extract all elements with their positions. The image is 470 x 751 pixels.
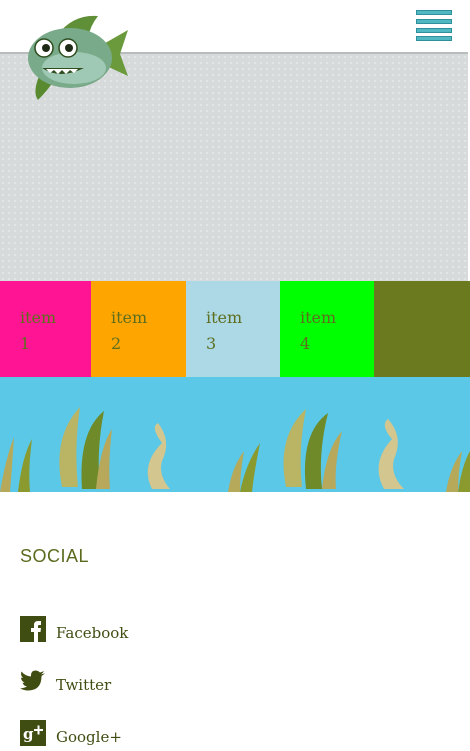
item-tile-3[interactable]: item 3 [186,281,280,377]
hamburger-menu-icon [416,10,452,15]
facebook-label: Facebook [56,624,129,642]
seaweed-decoration-band [0,377,470,492]
facebook-link[interactable]: Facebook [20,612,128,642]
item-label: item [300,308,337,327]
item-number: 1 [20,334,31,353]
item-tile-4[interactable]: item 4 [280,281,374,377]
social-heading: SOCIAL [20,546,90,566]
twitter-icon [20,670,45,691]
hamburger-menu-icon [416,36,452,41]
hamburger-menu-icon [416,28,452,33]
item-label: item [206,308,243,327]
hamburger-menu-icon [416,19,452,24]
item-tile-1[interactable]: item 1 [0,281,91,377]
google-plus-label: Google+ [56,728,122,746]
seaweed-illustration [0,407,470,492]
google-plus-link[interactable]: g Google+ [20,716,122,746]
item-label: item [111,308,148,327]
item-tile-5[interactable] [374,281,470,377]
facebook-icon [20,616,46,642]
item-label: item [20,308,57,327]
menu-button[interactable] [416,10,454,42]
item-grid: item 1 item 2 item 3 item 4 [0,281,470,377]
item-number: 3 [206,334,217,353]
item-number: 2 [111,334,122,353]
fish-mascot-logo[interactable] [22,12,132,102]
item-number: 4 [300,334,311,353]
item-tile-2[interactable]: item 2 [91,281,186,377]
twitter-link[interactable]: Twitter [20,664,111,694]
google-plus-icon: g [20,720,46,746]
svg-text:g: g [23,725,34,743]
twitter-label: Twitter [56,676,112,694]
